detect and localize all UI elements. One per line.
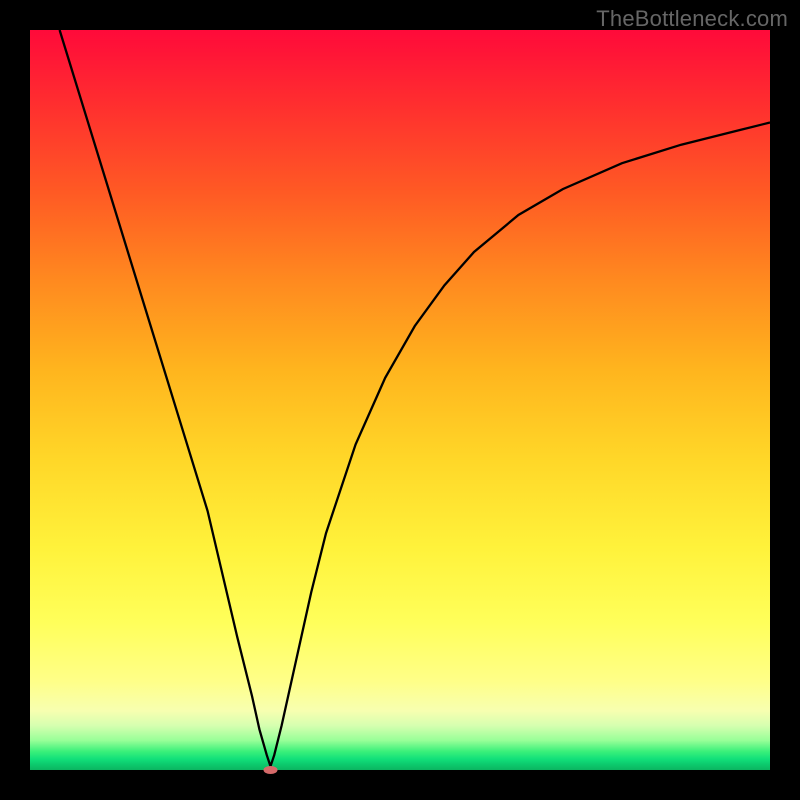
plot-area [30,30,770,770]
min-marker [263,766,277,774]
chart-frame: TheBottleneck.com [0,0,800,800]
curve-svg [30,30,770,770]
bottleneck-curve [60,30,770,766]
watermark-text: TheBottleneck.com [596,6,788,32]
